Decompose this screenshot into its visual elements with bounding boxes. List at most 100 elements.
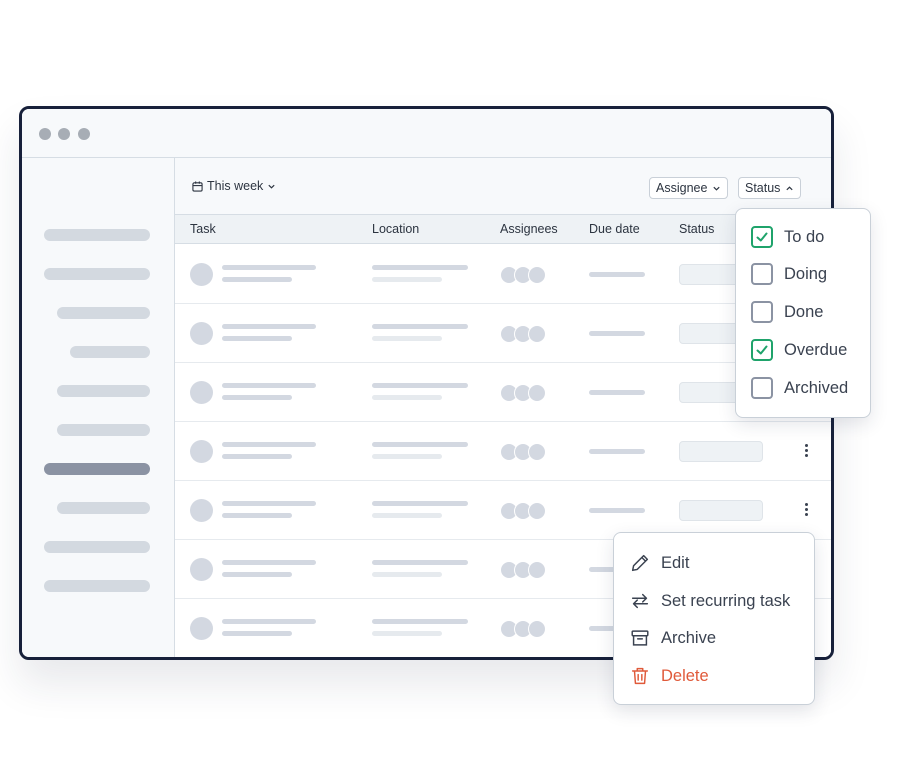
assignee-avatars[interactable] bbox=[500, 561, 550, 579]
window-control-minimize[interactable] bbox=[58, 128, 70, 140]
date-filter-button[interactable]: This week bbox=[192, 179, 276, 193]
menu-item-edit[interactable]: Edit bbox=[629, 552, 689, 574]
more-actions-icon[interactable] bbox=[805, 503, 809, 517]
status-option-label: Archived bbox=[784, 378, 849, 397]
chevron-down-icon bbox=[268, 184, 275, 189]
date-filter-label: This week bbox=[207, 179, 264, 193]
checkbox[interactable] bbox=[751, 301, 773, 323]
task-subtitle-placeholder bbox=[222, 395, 292, 400]
location-title-placeholder bbox=[372, 383, 468, 388]
due-date-placeholder bbox=[589, 449, 645, 454]
status-pill[interactable] bbox=[679, 441, 763, 462]
task-title-placeholder bbox=[222, 619, 316, 624]
sidebar-item[interactable] bbox=[57, 424, 150, 436]
task-title-placeholder bbox=[222, 383, 316, 388]
location-subtitle-placeholder bbox=[372, 277, 442, 282]
status-option-done[interactable]: Done bbox=[751, 301, 823, 323]
status-option-archived[interactable]: Archived bbox=[751, 377, 848, 399]
due-date-placeholder bbox=[589, 390, 645, 395]
status-filter-button[interactable]: Status bbox=[738, 177, 802, 199]
sidebar-item[interactable] bbox=[70, 346, 150, 358]
table-row[interactable] bbox=[175, 245, 831, 304]
status-filter-label: Status bbox=[745, 181, 781, 195]
menu-item-archive[interactable]: Archive bbox=[629, 627, 716, 649]
menu-item-set-recurring-task[interactable]: Set recurring task bbox=[629, 590, 790, 612]
assignee-avatars[interactable] bbox=[500, 502, 550, 520]
status-pill[interactable] bbox=[679, 500, 763, 521]
status-option-overdue[interactable]: Overdue bbox=[751, 339, 847, 361]
task-subtitle-placeholder bbox=[222, 277, 292, 282]
window-control-close[interactable] bbox=[39, 128, 51, 140]
due-date-placeholder bbox=[589, 272, 645, 277]
location-title-placeholder bbox=[372, 560, 468, 565]
toolbar: This week Assignee Status bbox=[175, 158, 831, 214]
location-subtitle-placeholder bbox=[372, 454, 442, 459]
assignee-avatars[interactable] bbox=[500, 620, 550, 638]
task-title-placeholder bbox=[222, 442, 316, 447]
sidebar-item[interactable] bbox=[57, 385, 150, 397]
status-option-to-do[interactable]: To do bbox=[751, 226, 824, 248]
sidebar-item[interactable] bbox=[44, 580, 150, 592]
checkbox[interactable] bbox=[751, 377, 773, 399]
column-header-task[interactable]: Task bbox=[190, 222, 216, 236]
status-filter-dropdown: To do Doing Done Overdue Archived bbox=[735, 208, 871, 418]
task-avatar bbox=[190, 263, 213, 286]
task-subtitle-placeholder bbox=[222, 336, 292, 341]
location-title-placeholder bbox=[372, 265, 468, 270]
assignee-avatars[interactable] bbox=[500, 266, 550, 284]
checkbox-checked[interactable] bbox=[751, 226, 773, 248]
task-title-placeholder bbox=[222, 501, 316, 506]
due-date-placeholder bbox=[589, 508, 645, 513]
assignee-avatars[interactable] bbox=[500, 384, 550, 402]
location-title-placeholder bbox=[372, 324, 468, 329]
sidebar-item[interactable] bbox=[44, 541, 150, 553]
task-subtitle-placeholder bbox=[222, 454, 292, 459]
menu-item-label: Archive bbox=[661, 628, 717, 647]
menu-item-label: Edit bbox=[661, 553, 690, 572]
task-avatar bbox=[190, 440, 213, 463]
sidebar-item-active[interactable] bbox=[44, 463, 150, 475]
status-option-label: Doing bbox=[784, 264, 828, 283]
sidebar-item[interactable] bbox=[57, 307, 150, 319]
checkbox-checked[interactable] bbox=[751, 339, 773, 361]
column-header-due-date[interactable]: Due date bbox=[589, 222, 640, 236]
pencil-icon bbox=[631, 554, 649, 572]
location-subtitle-placeholder bbox=[372, 336, 442, 341]
task-subtitle-placeholder bbox=[222, 572, 292, 577]
chevron-down-icon bbox=[713, 186, 721, 191]
table-row[interactable] bbox=[175, 363, 831, 422]
location-title-placeholder bbox=[372, 501, 468, 506]
checkbox[interactable] bbox=[751, 263, 773, 285]
menu-item-label: Delete bbox=[661, 666, 709, 685]
table-row[interactable] bbox=[175, 304, 831, 363]
menu-item-label: Set recurring task bbox=[661, 591, 791, 610]
assignee-avatars[interactable] bbox=[500, 443, 550, 461]
assignee-avatars[interactable] bbox=[500, 325, 550, 343]
status-option-doing[interactable]: Doing bbox=[751, 263, 827, 285]
task-subtitle-placeholder bbox=[222, 513, 292, 518]
table-row[interactable] bbox=[175, 422, 831, 481]
sidebar-item[interactable] bbox=[44, 268, 150, 280]
more-actions-icon[interactable] bbox=[805, 444, 809, 458]
sidebar-item[interactable] bbox=[57, 502, 150, 514]
location-subtitle-placeholder bbox=[372, 572, 442, 577]
row-actions-menu: Edit Set recurring task Archive Delete bbox=[613, 532, 815, 705]
status-option-label: Overdue bbox=[784, 340, 848, 359]
task-avatar bbox=[190, 499, 213, 522]
archive-box-icon bbox=[631, 630, 649, 646]
column-header-status[interactable]: Status bbox=[679, 222, 714, 236]
task-avatar bbox=[190, 558, 213, 581]
column-header-location[interactable]: Location bbox=[372, 222, 419, 236]
location-title-placeholder bbox=[372, 442, 468, 447]
repeat-icon bbox=[631, 593, 649, 609]
column-header-assignees[interactable]: Assignees bbox=[500, 222, 558, 236]
sidebar-item[interactable] bbox=[44, 229, 150, 241]
menu-item-delete[interactable]: Delete bbox=[629, 665, 709, 687]
location-subtitle-placeholder bbox=[372, 513, 442, 518]
location-subtitle-placeholder bbox=[372, 395, 442, 400]
checkmark-icon bbox=[756, 232, 768, 242]
window-control-maximize[interactable] bbox=[78, 128, 90, 140]
task-title-placeholder bbox=[222, 560, 316, 565]
assignee-filter-button[interactable]: Assignee bbox=[649, 177, 729, 199]
task-avatar bbox=[190, 381, 213, 404]
